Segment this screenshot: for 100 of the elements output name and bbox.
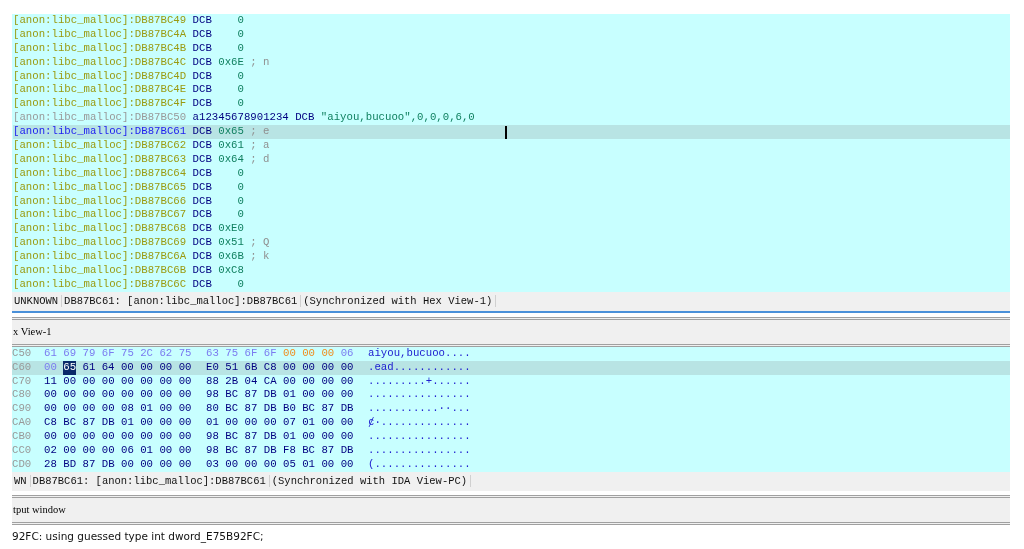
- hex-offset: C60: [12, 360, 33, 375]
- data-label: a12345678901234: [192, 111, 289, 126]
- listing-row[interactable]: [anon:libc_malloc]:DB87BC63 DCB 0x64 ; d: [13, 152, 1010, 167]
- status-location: DB87BC61: [anon:libc_malloc]:DB87BC61: [30, 475, 270, 488]
- listing-row[interactable]: [anon:libc_malloc]:DB87BC4F DCB 0: [13, 97, 1010, 112]
- mnemonic: DCB: [192, 180, 212, 195]
- operand: 0: [236, 27, 244, 42]
- ascii-text: ................: [368, 444, 471, 458]
- address-label: [anon:libc_malloc]:DB87BC64: [13, 166, 187, 181]
- listing-row[interactable]: [anon:libc_malloc]:DB87BC4A DCB 0: [13, 27, 1010, 42]
- mnemonic: DCB: [192, 277, 212, 292]
- hex-row[interactable]: C70 11 00 00 00 00 00 00 00 88 2B 04 CA 00 00 00 00 .........+......: [12, 374, 1010, 389]
- address-label: [anon:libc_malloc]:DB87BC67: [13, 208, 187, 223]
- hex-bytes: 00: [44, 360, 57, 375]
- hex-bytes: 98 BC 87 DB F8 BC 87 DB: [206, 444, 354, 458]
- mnemonic: DCB: [192, 55, 212, 70]
- listing-row[interactable]: [anon:libc_malloc]:DB87BC65 DCB 0: [13, 180, 1010, 195]
- hex-row[interactable]: C50 61 69 79 6F 75 2C 62 75 63 75 6F 6F 00 00 00 06 aiyou,bucuoo....: [12, 346, 1010, 361]
- status-location: DB87BC61: [anon:libc_malloc]:DB87BC61: [62, 295, 302, 308]
- operand: 0x64: [218, 152, 244, 167]
- hex-row[interactable]: CC0 02 00 00 00 06 01 00 00 98 BC 87 DB F8 BC 87 DB ................: [12, 444, 1010, 458]
- hex-bytes: 61 69 79 6F 75 2C 62 75: [44, 346, 192, 361]
- address-label: [anon:libc_malloc]:DB87BC69: [13, 236, 187, 251]
- address-label: [anon:libc_malloc]:DB87BC4D: [13, 69, 187, 84]
- hex-bytes: 63 75 6F 6F: [206, 346, 277, 361]
- hex-bytes: 02 00 00 00 06 01 00 00: [44, 444, 192, 458]
- address-label: [anon:libc_malloc]:DB87BC62: [13, 139, 187, 153]
- address-label: [anon:libc_malloc]:DB87BC4E: [13, 83, 187, 98]
- hex-row[interactable]: C80 00 00 00 00 00 00 00 00 98 BC 87 DB 01 00 00 00 ................: [12, 388, 1010, 403]
- hex-bytes: 98 BC 87 DB 01 00 00 00: [206, 430, 354, 445]
- operand: 0: [236, 14, 244, 28]
- operand: 0x6E: [218, 55, 244, 70]
- hex-bytes: 00 00 00: [282, 346, 335, 361]
- listing-row[interactable]: [anon:libc_malloc]:DB87BC62 DCB 0x61 ; a: [13, 139, 1010, 153]
- listing-row[interactable]: [anon:libc_malloc]:DB87BC49 DCB 0: [13, 14, 1010, 28]
- hex-offset: CA0: [12, 416, 33, 431]
- listing-row[interactable]: [anon:libc_malloc]:DB87BC6C DCB 0: [13, 277, 1010, 292]
- address-label: [anon:libc_malloc]:DB87BC65: [13, 180, 187, 195]
- hex-row[interactable]: CA0 C8 BC 87 DB 01 00 00 00 01 00 00 00 07 01 00 00 ȼ·..............: [12, 416, 1010, 431]
- panel-title: tput window: [13, 504, 66, 516]
- listing-row[interactable]: [anon:libc_malloc]:DB87BC4B DCB 0: [13, 41, 1010, 56]
- hex-bytes: 98 BC 87 DB 01 00 00 00: [206, 388, 354, 403]
- hex-bytes: E0 51 6B C8 00 00 00 00: [206, 360, 354, 375]
- operand: 0: [236, 277, 244, 292]
- operand: "aiyou,bucuoo",0,0,0,6,0: [320, 111, 475, 126]
- mnemonic: DCB: [192, 222, 212, 237]
- mnemonic: DCB: [192, 236, 212, 251]
- hex-cursor: 65: [63, 360, 77, 375]
- operand: 0x51: [218, 236, 244, 251]
- listing-row[interactable]: [anon:libc_malloc]:DB87BC67 DCB 0: [13, 208, 1010, 223]
- ascii-text: .........+......: [368, 374, 471, 389]
- hex-row[interactable]: CB0 00 00 00 00 00 00 00 00 98 BC 87 DB 01 00 00 00 ................: [12, 430, 1010, 445]
- ascii-text: aiyou,bucuoo....: [368, 346, 471, 361]
- mnemonic: DCB: [192, 83, 212, 98]
- hex-row[interactable]: CD0 28 BD 87 DB 00 00 00 00 03 00 00 00 05 01 00 00 (...............: [12, 457, 1010, 472]
- hex-bytes: 00 00 00 00 08 01 00 00: [44, 402, 192, 417]
- hex-bytes: 61 64 00 00 00 00: [82, 360, 192, 375]
- address-label: [anon:libc_malloc]:DB87BC50: [13, 111, 187, 126]
- address-label: [anon:libc_malloc]:DB87BC49: [13, 14, 187, 28]
- hex-row[interactable]: C90 00 00 00 00 08 01 00 00 80 BC 87 DB B0 BC 87 DB ...........··...: [12, 402, 1010, 417]
- hex-bytes: 00 00 00 00 00 00 00 00: [44, 388, 192, 403]
- status-mode: UNKNOWN: [12, 295, 63, 308]
- ascii-text: (...............: [368, 457, 471, 472]
- hex-offset: C50: [12, 346, 33, 361]
- mnemonic: DCB: [192, 41, 212, 56]
- hex-offset: C90: [12, 402, 33, 417]
- mnemonic: DCB: [192, 97, 212, 112]
- listing-row[interactable]: [anon:libc_malloc]:DB87BC64 DCB 0: [13, 166, 1010, 181]
- listing-row[interactable]: [anon:libc_malloc]:DB87BC61 DCB 0x65 ; e: [13, 125, 1010, 139]
- comment: ; e: [250, 125, 270, 140]
- operand: 0: [236, 166, 244, 181]
- mnemonic: DCB: [192, 69, 212, 84]
- listing-row[interactable]: [anon:libc_malloc]:DB87BC69 DCB 0x51 ; Q: [13, 236, 1010, 251]
- listing-row[interactable]: [anon:libc_malloc]:DB87BC6B DCB 0xC8: [13, 264, 1010, 278]
- listing-row[interactable]: [anon:libc_malloc]:DB87BC6A DCB 0x6B ; k: [13, 250, 1010, 265]
- operand: 0xC8: [218, 264, 244, 278]
- listing-row[interactable]: [anon:libc_malloc]:DB87BC4D DCB 0: [13, 69, 1010, 84]
- operand: 0x61: [218, 139, 244, 153]
- listing-row[interactable]: [anon:libc_malloc]:DB87BC4E DCB 0: [13, 83, 1010, 98]
- listing-row[interactable]: [anon:libc_malloc]:DB87BC50 a12345678901234 DCB "aiyou,bucuoo",0,0,0,6,0: [13, 111, 1010, 126]
- hex-bytes: 11 00 00 00 00 00 00 00: [44, 374, 192, 389]
- mnemonic: DCB: [192, 125, 212, 140]
- hex-bytes: 03 00 00 00 05 01 00 00: [206, 457, 354, 472]
- listing-row[interactable]: [anon:libc_malloc]:DB87BC66 DCB 0: [13, 194, 1010, 209]
- hex-offset: CC0: [12, 444, 33, 458]
- hex-bytes: 00 00 00 00 00 00 00 00: [44, 430, 192, 445]
- hex-offset: CB0: [12, 430, 33, 445]
- hex-row[interactable]: C60 00 65 61 64 00 00 00 00 E0 51 6B C8 00 00 00 00 .ead............: [12, 360, 1010, 375]
- comment: ; k: [250, 250, 270, 265]
- operand: 0: [236, 69, 244, 84]
- address-label: [anon:libc_malloc]:DB87BC61: [13, 125, 187, 140]
- listing-row[interactable]: [anon:libc_malloc]:DB87BC68 DCB 0xE0: [13, 222, 1010, 237]
- mnemonic: DCB: [295, 111, 315, 126]
- ascii-text: ȼ·..............: [368, 416, 471, 431]
- hex-bytes: 80 BC 87 DB B0 BC 87 DB: [206, 402, 354, 417]
- ascii-text: ................: [368, 388, 471, 403]
- mnemonic: DCB: [192, 139, 212, 153]
- listing-row[interactable]: [anon:libc_malloc]:DB87BC4C DCB 0x6E ; n: [13, 55, 1010, 70]
- address-label: [anon:libc_malloc]:DB87BC6A: [13, 250, 187, 265]
- address-label: [anon:libc_malloc]:DB87BC66: [13, 194, 187, 209]
